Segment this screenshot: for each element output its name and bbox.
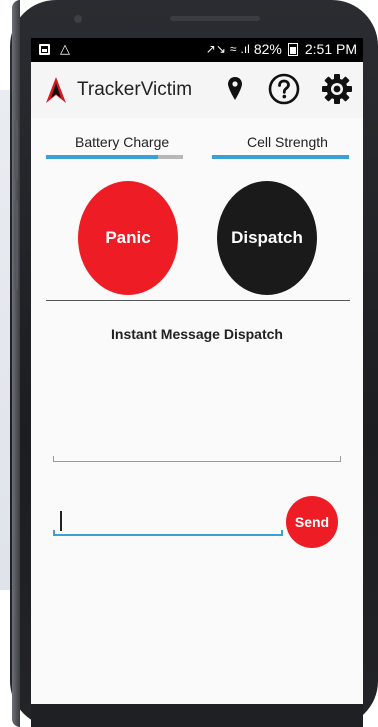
image-notification-icon	[39, 43, 50, 55]
phone-edge	[12, 0, 20, 727]
wifi-icon: ≈	[229, 42, 237, 56]
app-title: TrackerVictim	[77, 79, 193, 100]
cell-strength-meter	[212, 155, 349, 159]
battery-charge-fill	[46, 155, 159, 159]
earpiece	[170, 16, 260, 21]
cell-strength-label: Cell Strength	[247, 134, 328, 150]
message-input-wrapper	[53, 508, 283, 536]
phone-chin	[31, 704, 363, 727]
panic-button[interactable]: Panic	[78, 181, 178, 295]
dispatch-button[interactable]: Dispatch	[217, 181, 317, 295]
text-cursor	[60, 511, 62, 531]
status-notifications: △	[39, 42, 70, 56]
phone-screen: △ ↗↘ ≈ .ıl 82% 2:51 PM TrackerVictim Bat…	[31, 38, 363, 704]
front-camera	[74, 15, 82, 23]
help-icon[interactable]	[268, 73, 300, 105]
signal-icon: .ıl	[240, 42, 250, 56]
battery-charge-label: Battery Charge	[75, 134, 170, 150]
volume-key	[14, 120, 18, 180]
bixby-key	[14, 200, 18, 290]
status-bar: △ ↗↘ ≈ .ıl 82% 2:51 PM	[31, 38, 363, 62]
status-time: 2:51 PM	[304, 41, 357, 57]
send-button[interactable]: Send	[286, 496, 338, 548]
section-divider	[46, 300, 350, 301]
app-logo-icon	[46, 77, 66, 103]
status-indicators: ↗↘ ≈ .ıl 82% 2:51 PM	[206, 41, 357, 57]
battery-icon	[287, 42, 298, 56]
location-pin-icon[interactable]	[227, 76, 243, 102]
settings-gear-icon[interactable]	[321, 73, 353, 105]
app-notification-icon: △	[60, 41, 70, 56]
instant-message-title: Instant Message Dispatch	[111, 326, 283, 342]
app-bar: TrackerVictim	[31, 62, 363, 118]
cell-strength-fill	[212, 155, 349, 159]
message-input[interactable]	[59, 510, 279, 532]
battery-charge-meter	[46, 155, 183, 159]
mute-icon: ↗↘	[205, 42, 226, 56]
battery-percent: 82%	[253, 41, 282, 57]
message-log[interactable]	[53, 350, 341, 462]
